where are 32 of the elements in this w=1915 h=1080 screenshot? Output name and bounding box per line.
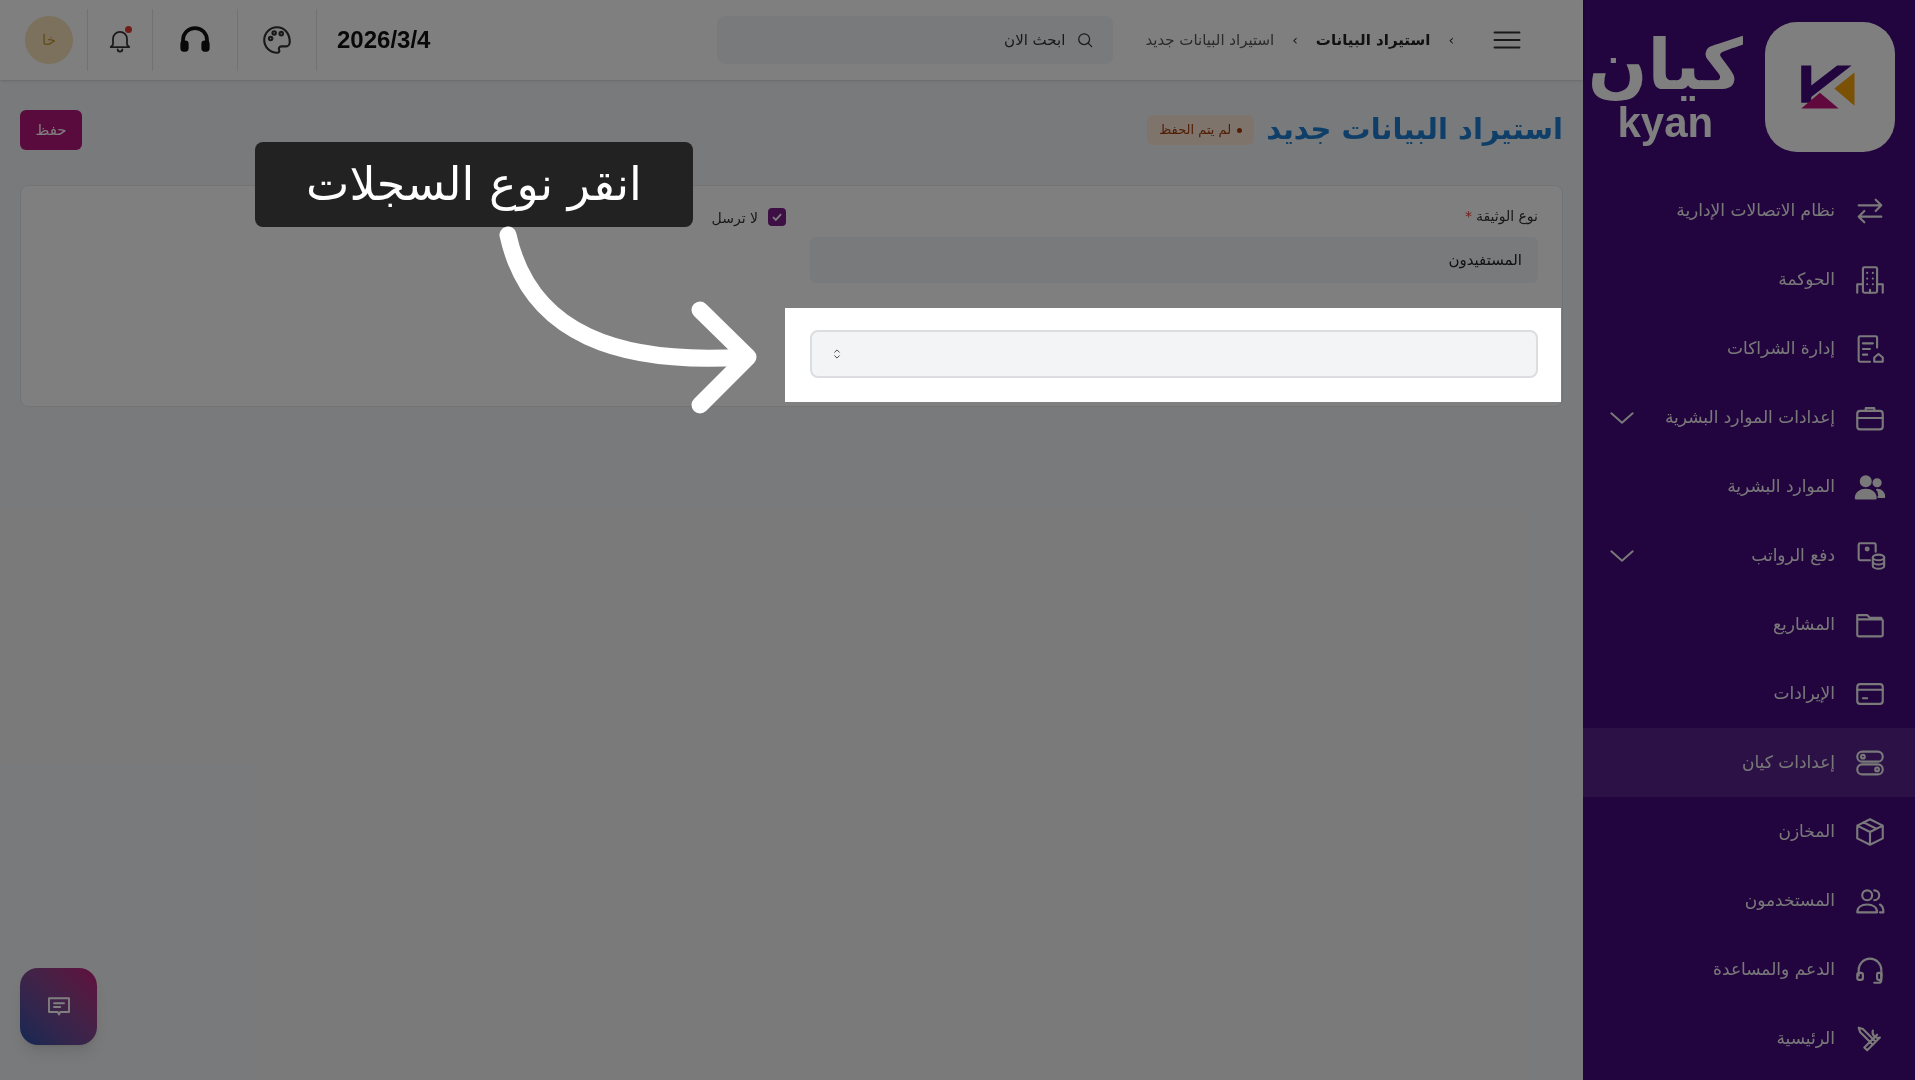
date-text: 2026/3/4 bbox=[337, 25, 431, 55]
sidebar-item[interactable]: المشاريع bbox=[1583, 590, 1915, 659]
save-button[interactable]: حفظ bbox=[20, 110, 82, 150]
logo-icon bbox=[1765, 22, 1895, 152]
breadcrumb-link[interactable]: استيراد البيانات جديد bbox=[1145, 28, 1275, 52]
document-type-field[interactable]: المستفيدون bbox=[810, 237, 1538, 283]
palette-icon bbox=[260, 23, 294, 57]
checkbox-label: لا ترسل bbox=[711, 209, 758, 228]
sidebar-item[interactable]: المستخدمون bbox=[1583, 866, 1915, 935]
checkbox[interactable] bbox=[768, 208, 786, 226]
sidebar-item[interactable]: دفع الرواتب bbox=[1583, 521, 1915, 590]
breadcrumb-separator: › bbox=[1448, 30, 1454, 50]
search-field[interactable]: ابحث الان bbox=[717, 16, 1114, 64]
sidebar-item[interactable]: الإيرادات bbox=[1583, 659, 1915, 728]
sidebar-item[interactable]: الرئيسية bbox=[1583, 1004, 1915, 1073]
breadcrumb-link[interactable]: استيراد البيانات bbox=[1315, 28, 1431, 52]
logo-text: كيان bbox=[1587, 30, 1743, 100]
page-title: استيراد البيانات جديد bbox=[1266, 111, 1563, 149]
breadcrumb-separator: › bbox=[1292, 30, 1298, 50]
sidebar-item[interactable]: الدعم والمساعدة bbox=[1583, 935, 1915, 1004]
field-label: نوع الوثيقة bbox=[1475, 207, 1538, 227]
sidebar-item[interactable]: إعدادات الموارد البشرية bbox=[1583, 383, 1915, 452]
sidebar-item[interactable]: الموارد البشرية bbox=[1583, 452, 1915, 521]
chat-button[interactable] bbox=[20, 968, 97, 1045]
sidebar-item[interactable]: المخازن bbox=[1583, 797, 1915, 866]
tour-tooltip: انقر نوع السجلات bbox=[255, 142, 693, 227]
sidebar-item[interactable]: الحوكمة bbox=[1583, 245, 1915, 314]
logo-text: kyan bbox=[1617, 102, 1714, 144]
required-mark: * bbox=[1464, 207, 1472, 226]
sidebar-item[interactable]: إدارة الشراكات bbox=[1583, 314, 1915, 383]
status-badge: لم يتم الحفظ bbox=[1147, 115, 1255, 145]
sidebar-item[interactable]: نظام الاتصالات الإدارية bbox=[1583, 176, 1915, 245]
